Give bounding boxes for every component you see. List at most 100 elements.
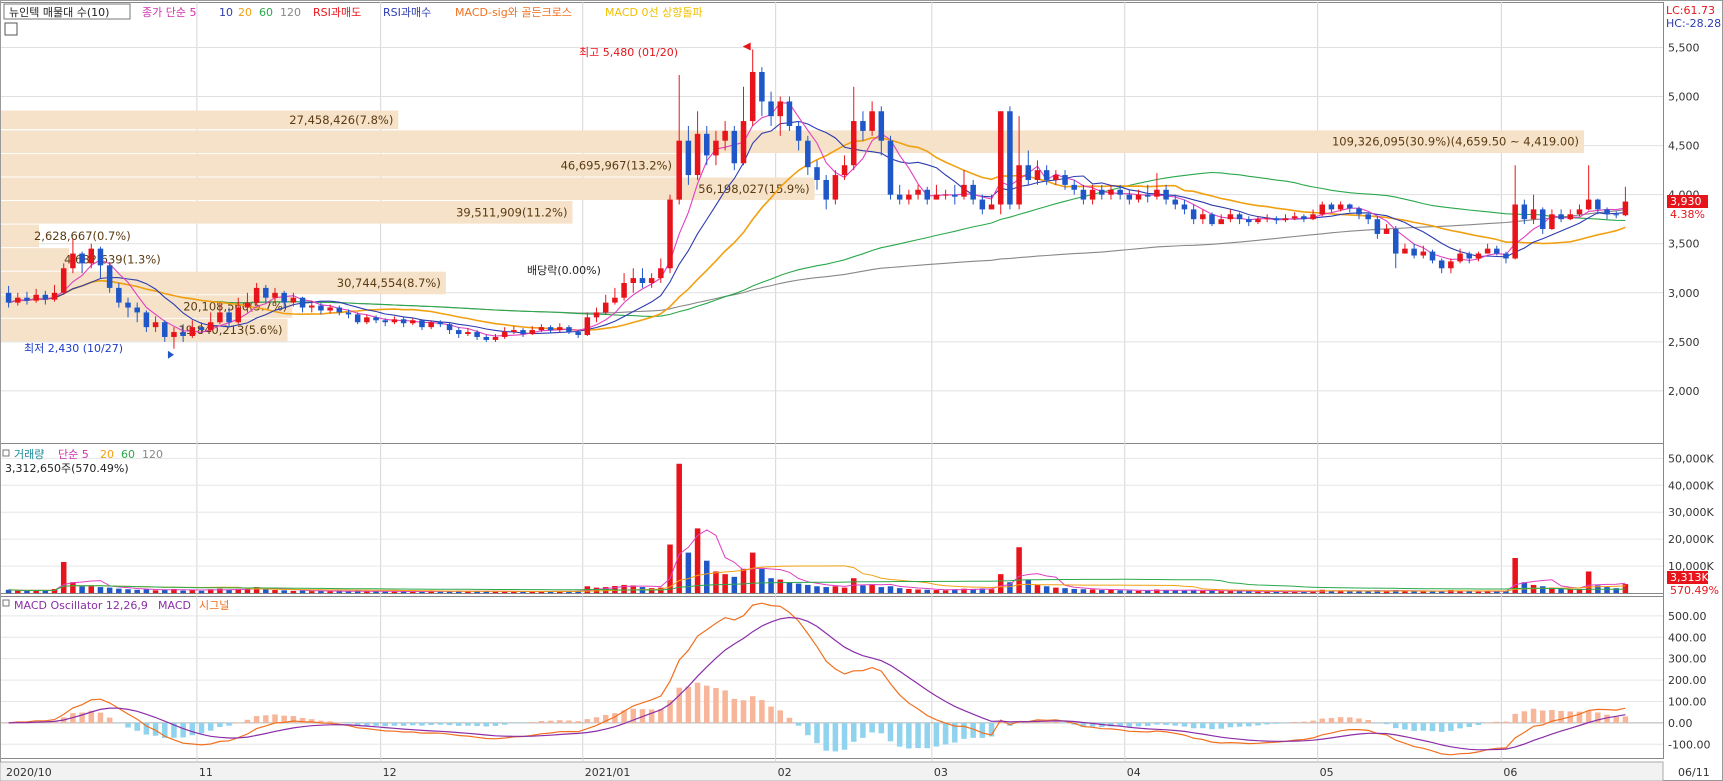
candle-body <box>1539 209 1546 230</box>
macd-oscillator-bar <box>446 722 453 726</box>
candle-body <box>97 248 104 266</box>
candle-body <box>1034 170 1041 180</box>
current-change: 4.38% <box>1670 208 1705 221</box>
candle-body <box>952 194 958 197</box>
volume-bar <box>24 590 30 593</box>
volume-bar <box>1622 584 1629 593</box>
candle-body <box>896 194 903 200</box>
candle-body <box>364 317 370 323</box>
candle-body <box>869 111 875 131</box>
macd-oscillator-bar <box>1218 722 1224 729</box>
macd-label: MACD <box>158 599 191 612</box>
candle-body <box>575 332 581 335</box>
macd-oscillator-bar <box>749 696 756 723</box>
macd-oscillator-bar <box>492 722 499 726</box>
candle-body <box>70 253 76 269</box>
grid-toggle-icon[interactable] <box>4 22 18 36</box>
candle-body <box>501 332 508 337</box>
macd-oscillator-bar <box>1530 708 1537 723</box>
volume-bar <box>786 582 793 593</box>
volume-bar <box>805 584 811 593</box>
volume-bar <box>327 591 333 593</box>
volume-ma: 단순 5 <box>58 448 89 461</box>
volume-bar <box>244 589 251 593</box>
macd-oscillator-bar <box>566 720 572 723</box>
macd-oscillator-bar <box>1053 721 1059 723</box>
volume-profile-label: 109,326,095(30.9%)(4,659.50 ~ 4,419.00) <box>1332 135 1579 149</box>
macd-oscillator-bar <box>1613 716 1619 723</box>
candle-body <box>942 194 949 196</box>
candle-body <box>281 292 287 303</box>
candle-body <box>1622 201 1629 216</box>
macd-oscillator-bar <box>933 722 940 747</box>
volume-bar <box>1080 589 1087 593</box>
macd-tick-label: 400.00 <box>1668 631 1707 644</box>
date-tick-label: 04 <box>1127 766 1141 779</box>
macd-oscillator-bar <box>1025 722 1032 724</box>
candle-body <box>1613 214 1619 216</box>
candle-body <box>1420 251 1427 256</box>
candle-body <box>1438 260 1445 269</box>
macd-oscillator-bar <box>694 682 701 723</box>
volume-bar <box>152 590 159 593</box>
volume-bar <box>1062 588 1068 593</box>
macd-oscillator-bar <box>979 722 986 738</box>
stock-chart[interactable]: 27,458,426(7.8%) 109,326,095(30.9%)(4,659… <box>0 0 1723 781</box>
volume-bar <box>1016 547 1022 593</box>
candle-body <box>446 324 453 331</box>
macd-oscillator-bar <box>906 722 912 749</box>
candle-body <box>630 278 637 283</box>
candle-body <box>437 322 444 325</box>
candle-body <box>1530 209 1537 220</box>
volume-bar <box>308 591 315 593</box>
candle-body <box>171 332 177 337</box>
macd-oscillator-bar <box>272 714 278 723</box>
candle-body <box>198 327 205 331</box>
macd-oscillator-bar <box>1503 721 1509 723</box>
candle-body <box>1016 165 1022 205</box>
volume-profile-label: 46,695,967(13.2%) <box>561 158 672 172</box>
volume-bar <box>1200 590 1206 593</box>
candle-body <box>749 72 756 122</box>
candle-body <box>1402 248 1408 254</box>
macd-oscillator-bar <box>896 722 903 747</box>
date-axis-bg <box>0 761 1664 781</box>
candle-body <box>685 140 692 176</box>
macd-oscillator-bar <box>658 709 664 723</box>
macd-oscillator-bar <box>1512 713 1518 723</box>
volume-tick-label: 50,000K <box>1668 452 1714 465</box>
candle-body <box>694 133 701 176</box>
candle-body <box>308 305 315 308</box>
macd-oscillator-bar <box>1402 722 1408 730</box>
macd-oscillator-bar <box>1172 722 1179 726</box>
candle-body <box>979 199 986 210</box>
high-marker-arrow <box>742 42 751 51</box>
macd-oscillator-bar <box>1622 716 1629 723</box>
macd-toggle-icon[interactable] <box>2 599 10 607</box>
high-annotation: 최고 5,480 (01/20) <box>579 46 678 59</box>
candle-body <box>1264 218 1270 220</box>
volume-toggle-icon[interactable] <box>2 449 10 457</box>
volume-bar <box>1466 591 1472 593</box>
candle-body <box>1567 214 1574 220</box>
date-tick-label: 06 <box>1503 766 1517 779</box>
panel-frame-2 <box>0 593 1664 759</box>
macd-oscillator-bar <box>1484 722 1491 724</box>
candle-body <box>217 312 223 323</box>
price-tick-label: 5,000 <box>1668 91 1700 104</box>
candle-body <box>658 268 664 279</box>
candle-body <box>1163 189 1169 200</box>
volume-bar <box>731 576 738 593</box>
candle-body <box>1466 253 1472 259</box>
macd-oscillator-bar <box>1126 722 1133 727</box>
volume-bar <box>180 590 186 593</box>
candle-body <box>5 292 12 303</box>
candle-body <box>272 292 278 298</box>
candle-body <box>997 111 1004 205</box>
volume-bar <box>1264 591 1270 593</box>
macd-oscillator-bar <box>832 722 839 752</box>
price-tags: 3,930 4.38% <box>1667 195 1708 221</box>
volume-profile-label: 4,682,639(1.3%) <box>64 252 161 266</box>
ma-legend-20: 20 <box>238 6 252 19</box>
macd-tick-label: 100.00 <box>1668 695 1707 708</box>
